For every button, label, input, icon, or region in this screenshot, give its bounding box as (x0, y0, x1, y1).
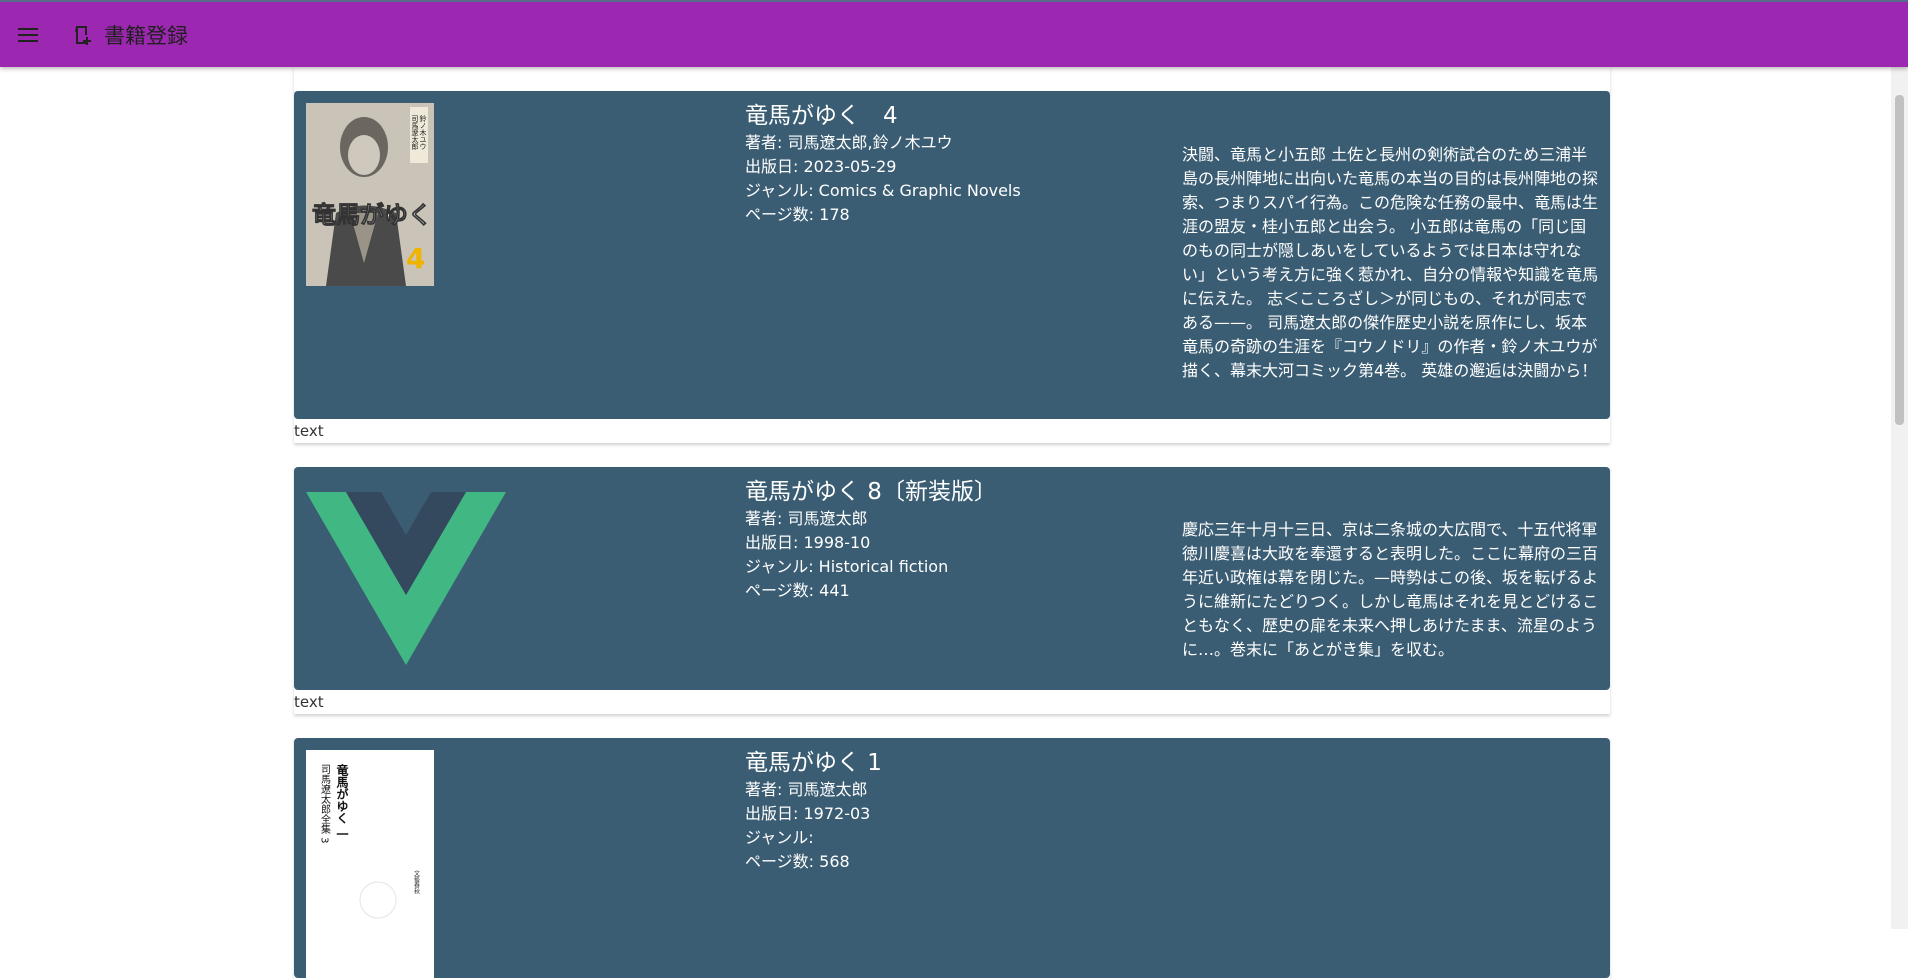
book-genre: ジャンル: Comics & Graphic Novels (745, 181, 1021, 200)
card-footer-text: text (294, 693, 324, 711)
book-info: 竜馬がゆく 8〔新装版〕 著者: 司馬遼太郎 出版日: 1998-10 ジャンル… (745, 477, 997, 603)
cover-publisher-text: 文藝春秋 (413, 869, 420, 895)
cover-title-text: 竜馬がゆく 一 (335, 763, 349, 841)
page-scrollbar[interactable] (1891, 67, 1908, 929)
book-cover-image: 竜馬がゆく 一 司馬遼太郎全集 3 文藝春秋 (306, 750, 434, 978)
book-card[interactable]: 司馬遼太郎 鈴ノ木ユウ 竜馬がゆく 4 竜馬がゆく 4 著者: 司馬遼太郎,鈴ノ… (294, 91, 1610, 419)
book-item[interactable]: 司馬遼太郎 鈴ノ木ユウ 竜馬がゆく 4 竜馬がゆく 4 著者: 司馬遼太郎,鈴ノ… (294, 91, 1610, 443)
hamburger-menu-icon (18, 27, 38, 42)
book-published-date: 出版日: 1998-10 (745, 533, 871, 552)
book-genre: ジャンル: Historical fiction (745, 557, 949, 576)
card-footer-text: text (294, 422, 324, 440)
previous-card-edge (294, 67, 1610, 91)
book-item[interactable]: 竜馬がゆく 8〔新装版〕 著者: 司馬遼太郎 出版日: 1998-10 ジャンル… (294, 467, 1610, 714)
book-title: 竜馬がゆく 4 (745, 103, 898, 129)
book-page-count: ページ数: 441 (745, 581, 850, 600)
book-card[interactable]: 竜馬がゆく 8〔新装版〕 著者: 司馬遼太郎 出版日: 1998-10 ジャンル… (294, 467, 1610, 690)
book-info: 竜馬がゆく 4 著者: 司馬遼太郎,鈴ノ木ユウ 出版日: 2023-05-29 … (745, 101, 1021, 227)
book-item[interactable]: 竜馬がゆく 一 司馬遼太郎全集 3 文藝春秋 竜馬がゆく 1 著者: 司馬遼太郎… (294, 738, 1610, 978)
book-published-date: 出版日: 1972-03 (745, 804, 871, 823)
book-info: 竜馬がゆく 1 著者: 司馬遼太郎 出版日: 1972-03 ジャンル: ページ… (745, 748, 882, 874)
svg-text:鈴ノ木ユウ: 鈴ノ木ユウ (419, 114, 427, 150)
cover-series-text: 司馬遼太郎全集 3 (319, 764, 331, 844)
book-list: 司馬遼太郎 鈴ノ木ユウ 竜馬がゆく 4 竜馬がゆく 4 著者: 司馬遼太郎,鈴ノ… (294, 67, 1610, 978)
book-page-count: ページ数: 568 (745, 852, 850, 871)
cover-title-text: 竜馬がゆく (312, 201, 432, 229)
book-description: 決闘、竜馬と小五郎 土佐と長州の剣術試合のため三浦半島の長州陣地に出向いた竜馬の… (1182, 145, 1599, 380)
book-author: 著者: 司馬遼太郎 (745, 509, 868, 528)
cover-author-text: 司馬遼太郎 鈴ノ木ユウ (411, 114, 427, 151)
book-author: 著者: 司馬遼太郎,鈴ノ木ユウ (745, 133, 953, 152)
scrollbar-thumb[interactable] (1895, 95, 1904, 425)
book-author: 著者: 司馬遼太郎 (745, 780, 868, 799)
book-cover-image: 司馬遼太郎 鈴ノ木ユウ 竜馬がゆく 4 (306, 103, 434, 286)
page-title: 書籍登録 (104, 23, 188, 48)
book-title: 竜馬がゆく 1 (745, 750, 882, 776)
vue-logo-icon (306, 492, 506, 665)
book-plus-icon (75, 25, 91, 45)
book-title: 竜馬がゆく 8〔新装版〕 (745, 479, 997, 505)
book-published-date: 出版日: 2023-05-29 (745, 157, 897, 176)
app-bar: 書籍登録 (0, 0, 1908, 67)
register-book-link[interactable]: 書籍登録 (72, 20, 188, 50)
book-genre: ジャンル: (745, 828, 814, 847)
book-card[interactable]: 竜馬がゆく 一 司馬遼太郎全集 3 文藝春秋 竜馬がゆく 1 著者: 司馬遼太郎… (294, 738, 1610, 978)
menu-button[interactable] (8, 15, 48, 55)
svg-text:司馬遼太郎: 司馬遼太郎 (411, 115, 419, 151)
book-page-count: ページ数: 178 (745, 205, 850, 224)
cover-volume-number: 4 (406, 242, 425, 275)
book-description: 慶応三年十月十三日、京は二条城の大広間で、十五代将軍徳川慶喜は大政を奉還すると表… (1182, 520, 1599, 659)
